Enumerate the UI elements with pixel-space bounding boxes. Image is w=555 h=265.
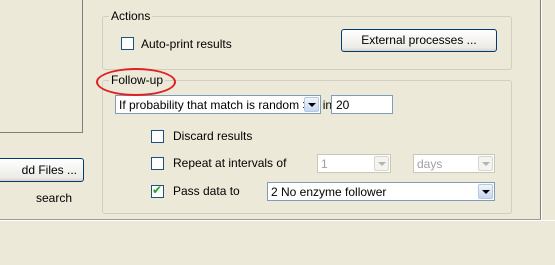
pass-data-label: Pass data to <box>173 184 240 198</box>
select-value: 2 No enzyme follower <box>271 185 387 199</box>
divider <box>541 0 542 220</box>
interval-value-select[interactable]: 1 <box>317 154 391 173</box>
auto-print-checkbox[interactable] <box>121 37 134 50</box>
discard-results-checkbox[interactable] <box>151 130 164 143</box>
check-icon: ✔ <box>152 183 163 197</box>
repeat-interval-label: Repeat at intervals of <box>173 156 287 170</box>
divider <box>82 0 83 133</box>
select-value: If probability that match is random > 1 … <box>119 98 333 112</box>
annotation-highlight <box>96 68 176 96</box>
select-value: 1 <box>321 157 328 171</box>
search-label: search <box>36 191 73 205</box>
chevron-down-icon[interactable] <box>478 184 493 199</box>
bottom-band <box>0 220 555 265</box>
actions-group: Actions Auto-print results External proc… <box>102 9 512 70</box>
add-files-button[interactable]: dd Files ... <box>0 158 84 182</box>
discard-results-label: Discard results <box>173 129 253 143</box>
actions-legend: Actions <box>109 9 153 23</box>
pass-data-checkbox[interactable]: ✔ <box>151 183 164 198</box>
external-processes-button[interactable]: External processes ... <box>341 29 497 52</box>
left-panel: dd Files ... search <box>0 0 94 220</box>
select-value: days <box>417 157 443 171</box>
divider <box>0 132 82 133</box>
auto-print-label: Auto-print results <box>141 37 232 51</box>
chevron-down-icon[interactable] <box>374 156 389 171</box>
interval-unit-select[interactable]: days <box>413 154 495 173</box>
probability-condition-select[interactable]: If probability that match is random > 1 … <box>115 95 332 114</box>
pass-target-select[interactable]: 2 No enzyme follower <box>267 182 495 201</box>
repeat-interval-checkbox[interactable] <box>151 157 164 170</box>
chevron-down-icon[interactable] <box>304 97 319 112</box>
chevron-down-icon[interactable] <box>478 156 493 171</box>
threshold-input[interactable]: 20 <box>331 95 393 114</box>
followup-group: Follow-up If probability that match is r… <box>102 73 512 214</box>
